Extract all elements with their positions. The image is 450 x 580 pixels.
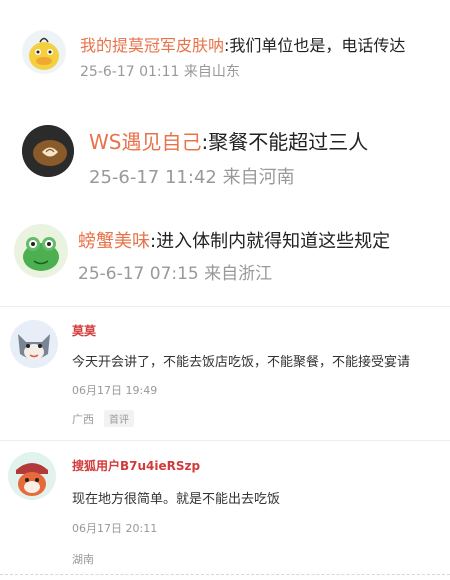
gray-fox-icon (18, 334, 50, 360)
comment-divider (0, 440, 450, 441)
comment-meta: 25-6-17 01:11 来自山东 (80, 61, 240, 81)
comment-text: :聚餐不能超过三人 (201, 130, 369, 154)
commenter-nickname[interactable]: 我的提莫冠军皮肤呐 (80, 36, 224, 55)
comment-time: 06月17日 20:11 (72, 522, 158, 535)
commenter-avatar[interactable] (22, 30, 66, 74)
comment-time: 06月17日 19:49 (72, 384, 158, 397)
comment-line: WS遇见自己:聚餐不能超过三人 (89, 126, 368, 155)
comment-line: 螃蟹美味:进入体制内就得知道这些规定 (78, 227, 390, 253)
commenter-avatar[interactable] (22, 125, 74, 177)
comment-date: 25-6-17 07:15 (78, 264, 199, 284)
comment-line: 我的提莫冠军皮肤呐:我们单位也是，电话传达 (80, 32, 405, 56)
comment-region: 广西 (72, 413, 94, 426)
yellow-duck-icon (29, 37, 59, 70)
section-divider (0, 306, 450, 307)
comment-date: 25-6-17 11:42 (89, 167, 217, 188)
comment-location: 来自河南 (222, 167, 295, 188)
comment-region: 湖南 (72, 553, 94, 566)
first-comment-badge: 首评 (104, 410, 134, 427)
commenter-avatar[interactable] (10, 320, 58, 368)
latte-coffee-icon (22, 125, 74, 177)
commenter-nickname[interactable]: 搜狐用户B7u4ieRSzp (72, 457, 200, 474)
commenter-nickname[interactable]: WS遇见自己 (89, 130, 201, 154)
comment-text: :进入体制内就得知道这些规定 (150, 231, 391, 252)
comment-date: 25-6-17 01:11 (80, 64, 180, 80)
red-fox-icon (16, 463, 48, 496)
comment-location: 来自山东 (183, 64, 240, 80)
comment-text: 现在地方很简单。就是不能出去吃饭 (72, 492, 281, 507)
commenter-nickname[interactable]: 螃蟹美味 (78, 231, 150, 252)
commenter-nickname[interactable]: 莫莫 (72, 322, 96, 339)
comment-location: 来自浙江 (204, 264, 273, 284)
comment-text: 今天开会讲了，不能去饭店吃饭，不能聚餐，不能接受宴请 (72, 355, 411, 370)
green-frog-icon (23, 237, 59, 271)
commenter-avatar[interactable] (8, 452, 56, 500)
comment-meta: 25-6-17 11:42 来自河南 (89, 163, 295, 189)
bottom-divider (0, 574, 450, 575)
comment-meta: 25-6-17 07:15 来自浙江 (78, 259, 272, 284)
comment-text: :我们单位也是，电话传达 (224, 36, 406, 55)
commenter-avatar[interactable] (14, 224, 68, 278)
